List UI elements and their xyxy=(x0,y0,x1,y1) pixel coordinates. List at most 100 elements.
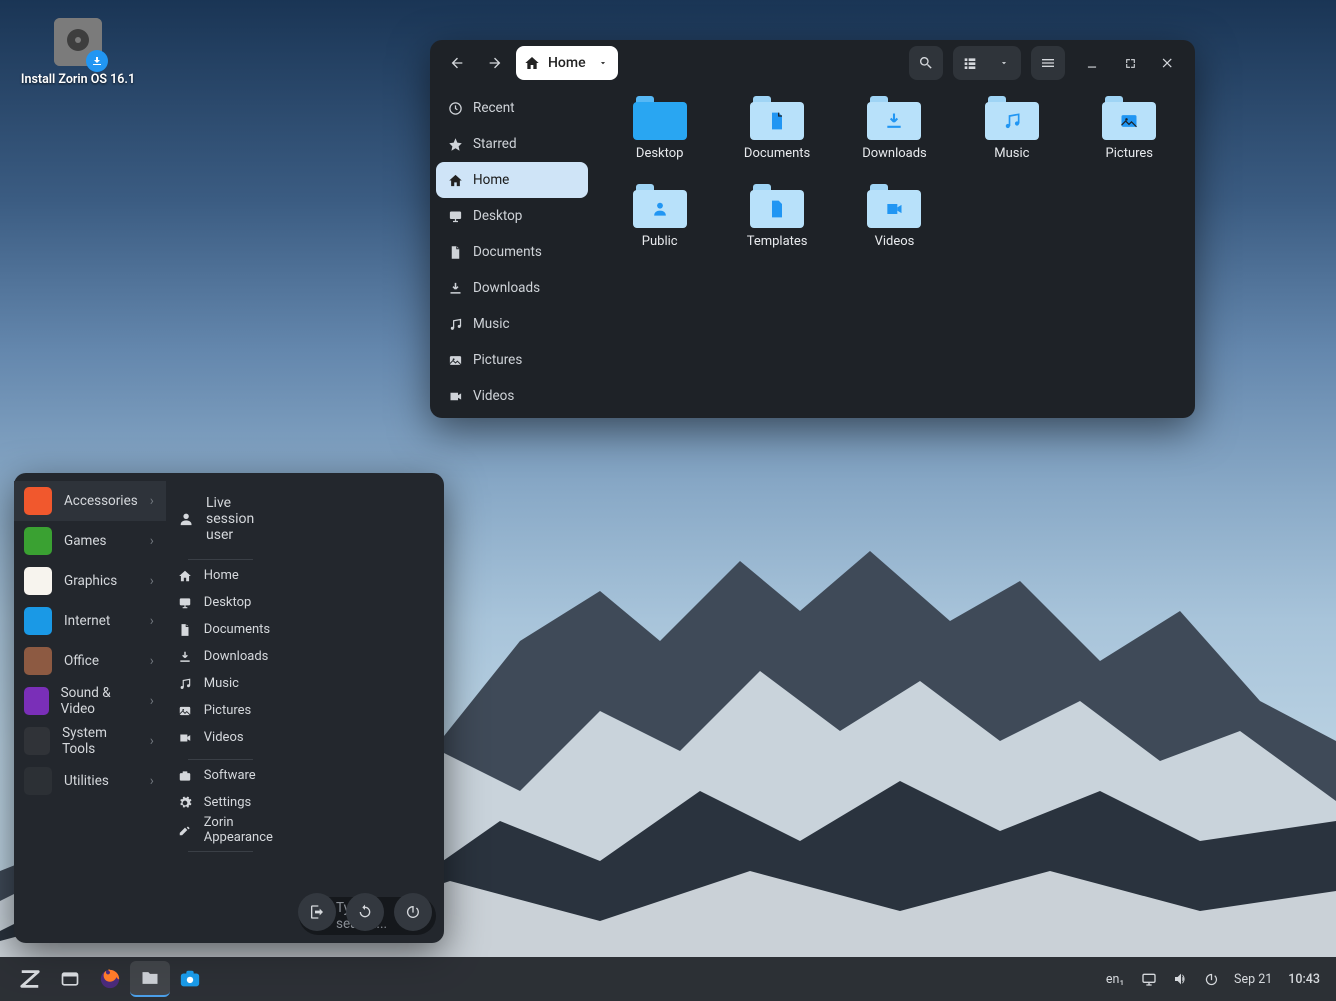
desktop-icon-label: Install Zorin OS 16.1 xyxy=(18,72,138,87)
folder-downloads[interactable]: Downloads xyxy=(837,96,952,182)
search-button[interactable] xyxy=(909,46,943,80)
restart-button[interactable] xyxy=(346,893,384,931)
files-grid: DesktopDocumentsDownloadsMusicPictures Pu… xyxy=(594,86,1195,418)
folder-pictures[interactable]: Pictures xyxy=(1072,96,1187,182)
taskbar-date[interactable]: Sep 21 xyxy=(1228,972,1278,987)
menu-user[interactable]: Live session user xyxy=(170,485,281,557)
category-system-tools[interactable]: System Tools› xyxy=(14,721,166,761)
folder-desktop[interactable]: Desktop xyxy=(602,96,717,182)
clock-icon xyxy=(448,101,463,116)
category-games[interactable]: Games› xyxy=(14,521,166,561)
sidebar-item-documents[interactable]: Documents xyxy=(436,234,588,270)
folder-icon xyxy=(633,184,687,228)
chevron-right-icon: › xyxy=(150,573,154,589)
sidebar-item-desktop[interactable]: Desktop xyxy=(436,198,588,234)
category-icon xyxy=(24,607,52,635)
place-music[interactable]: Music xyxy=(170,670,281,697)
breadcrumb[interactable]: Home xyxy=(516,46,618,80)
picture-icon xyxy=(448,353,463,368)
sidebar-item-downloads[interactable]: Downloads xyxy=(436,270,588,306)
place-videos[interactable]: Videos xyxy=(170,724,281,751)
category-utilities[interactable]: Utilities› xyxy=(14,761,166,801)
category-icon xyxy=(24,527,52,555)
menu-divider xyxy=(188,759,253,760)
sidebar-item-recent[interactable]: Recent xyxy=(436,90,588,126)
view-dropdown-button[interactable] xyxy=(987,46,1021,80)
sidebar-item-pictures[interactable]: Pictures xyxy=(436,342,588,378)
doc-icon xyxy=(448,245,463,260)
menu-divider xyxy=(188,559,253,560)
util-zorin-appearance[interactable]: Zorin Appearance xyxy=(170,816,281,843)
gear-icon xyxy=(178,796,192,810)
home-icon xyxy=(178,569,192,583)
menu-user-label: Live session user xyxy=(206,495,273,543)
star-icon xyxy=(448,137,463,152)
category-accessories[interactable]: Accessories› xyxy=(14,481,166,521)
chevron-right-icon: › xyxy=(150,773,154,789)
minimize-button[interactable] xyxy=(1075,46,1109,80)
sidebar-item-starred[interactable]: Starred xyxy=(436,126,588,162)
place-downloads[interactable]: Downloads xyxy=(170,643,281,670)
power-tray-button[interactable] xyxy=(1198,961,1224,997)
video-icon xyxy=(178,731,192,745)
keyboard-layout[interactable]: en₁ xyxy=(1100,972,1130,987)
folder-videos[interactable]: Videos xyxy=(837,184,952,270)
folder-icon xyxy=(985,96,1039,140)
doc-icon xyxy=(178,623,192,637)
files-taskbar-button[interactable] xyxy=(130,961,170,997)
download-icon xyxy=(178,650,192,664)
sidebar-item-home[interactable]: Home xyxy=(436,162,588,198)
category-office[interactable]: Office› xyxy=(14,641,166,681)
files-headerbar: Home xyxy=(430,40,1195,86)
util-software[interactable]: Software xyxy=(170,762,281,789)
category-graphics[interactable]: Graphics› xyxy=(14,561,166,601)
place-documents[interactable]: Documents xyxy=(170,616,281,643)
nav-back-button[interactable] xyxy=(440,46,474,80)
folder-music[interactable]: Music xyxy=(954,96,1069,182)
category-icon xyxy=(24,567,52,595)
sidebar-item-music[interactable]: Music xyxy=(436,306,588,342)
place-pictures[interactable]: Pictures xyxy=(170,697,281,724)
close-button[interactable] xyxy=(1151,46,1185,80)
chevron-right-icon: › xyxy=(150,613,154,629)
view-list-button[interactable] xyxy=(953,46,987,80)
taskbar-time[interactable]: 10:43 xyxy=(1282,972,1326,987)
maximize-button[interactable] xyxy=(1113,46,1147,80)
category-sound-video[interactable]: Sound & Video› xyxy=(14,681,166,721)
category-internet[interactable]: Internet› xyxy=(14,601,166,641)
folder-templates[interactable]: Templates xyxy=(719,184,834,270)
folder-icon xyxy=(750,184,804,228)
shutdown-button[interactable] xyxy=(394,893,432,931)
picture-icon xyxy=(178,704,192,718)
util-settings[interactable]: Settings xyxy=(170,789,281,816)
menu-categories: Accessories›Games›Graphics›Internet›Offi… xyxy=(14,473,166,943)
chevron-right-icon: › xyxy=(150,653,154,669)
show-desktop-button[interactable] xyxy=(50,961,90,997)
folder-icon xyxy=(867,96,921,140)
firefox-button[interactable] xyxy=(90,961,130,997)
chevron-right-icon: › xyxy=(150,733,154,749)
nav-forward-button[interactable] xyxy=(478,46,512,80)
menu-divider xyxy=(188,851,253,852)
breadcrumb-label: Home xyxy=(548,55,586,71)
menu-places: Live session user HomeDesktopDocumentsDo… xyxy=(166,473,291,943)
logout-button[interactable] xyxy=(298,893,336,931)
chevron-down-icon xyxy=(598,58,608,68)
sidebar-item-videos[interactable]: Videos xyxy=(436,378,588,414)
appearance-icon xyxy=(178,823,192,837)
place-desktop[interactable]: Desktop xyxy=(170,589,281,616)
folder-documents[interactable]: Documents xyxy=(719,96,834,182)
hamburger-menu-button[interactable] xyxy=(1031,46,1065,80)
start-button[interactable] xyxy=(10,961,50,997)
desktop-icon xyxy=(448,209,463,224)
tray-desktop-icon[interactable] xyxy=(1134,961,1164,997)
chevron-right-icon: › xyxy=(150,533,154,549)
category-icon xyxy=(24,487,52,515)
folder-public[interactable]: Public xyxy=(602,184,717,270)
place-home[interactable]: Home xyxy=(170,562,281,589)
volume-button[interactable] xyxy=(1168,961,1194,997)
files-window: Home RecentStarredHomeDesktopDocumentsDo… xyxy=(430,40,1195,418)
software-taskbar-button[interactable] xyxy=(170,961,210,997)
desktop-icon-installer[interactable]: Install Zorin OS 16.1 xyxy=(18,18,138,87)
installer-icon xyxy=(54,18,102,66)
